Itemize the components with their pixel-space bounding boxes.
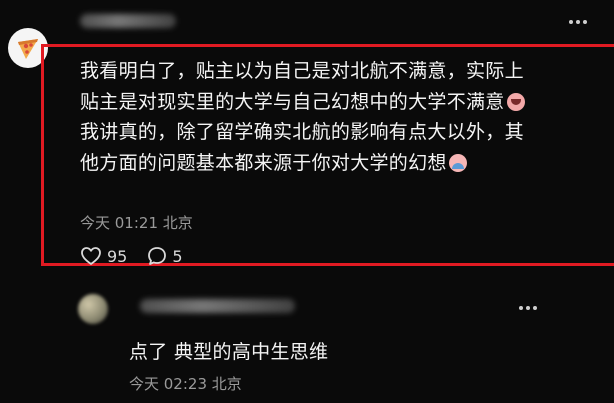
dot-icon bbox=[526, 306, 530, 310]
sob-emoji-icon bbox=[448, 153, 467, 172]
reply-more-options-button[interactable] bbox=[517, 303, 539, 313]
dot-icon bbox=[533, 306, 537, 310]
heart-icon bbox=[81, 247, 101, 265]
reply-text: 点了 典型的高中生思维 bbox=[129, 341, 329, 363]
dot-icon bbox=[569, 20, 573, 24]
reply-count: 5 bbox=[172, 246, 183, 266]
reply-timestamp: 今天 02:23 北京 bbox=[129, 375, 242, 393]
like-count: 95 bbox=[107, 246, 128, 266]
reply-button[interactable]: 5 bbox=[147, 246, 183, 266]
reply-author-name-blurred[interactable] bbox=[140, 299, 295, 313]
pizza-icon bbox=[18, 39, 38, 59]
more-options-button[interactable] bbox=[567, 17, 589, 27]
comment-actions: 95 5 bbox=[80, 246, 183, 266]
dot-icon bbox=[583, 20, 587, 24]
reply-avatar[interactable] bbox=[78, 294, 108, 324]
cry-emoji-icon bbox=[506, 92, 525, 111]
comment-text: 我看明白了，贴主以为自己是对北航不满意，实际上贴主是对现实里的大学与自己幻想中的… bbox=[80, 56, 540, 178]
comment-bubble-icon bbox=[148, 247, 167, 265]
like-button[interactable]: 95 bbox=[80, 246, 127, 266]
comment-timestamp: 今天 01:21 北京 bbox=[80, 214, 193, 232]
author-name-blurred[interactable] bbox=[80, 14, 176, 28]
comment-text-part1: 我看明白了，贴主以为自己是对北航不满意，实际上贴主是对现实里的大学与自己幻想中的… bbox=[80, 60, 524, 113]
dot-icon bbox=[576, 20, 580, 24]
dot-icon bbox=[519, 306, 523, 310]
